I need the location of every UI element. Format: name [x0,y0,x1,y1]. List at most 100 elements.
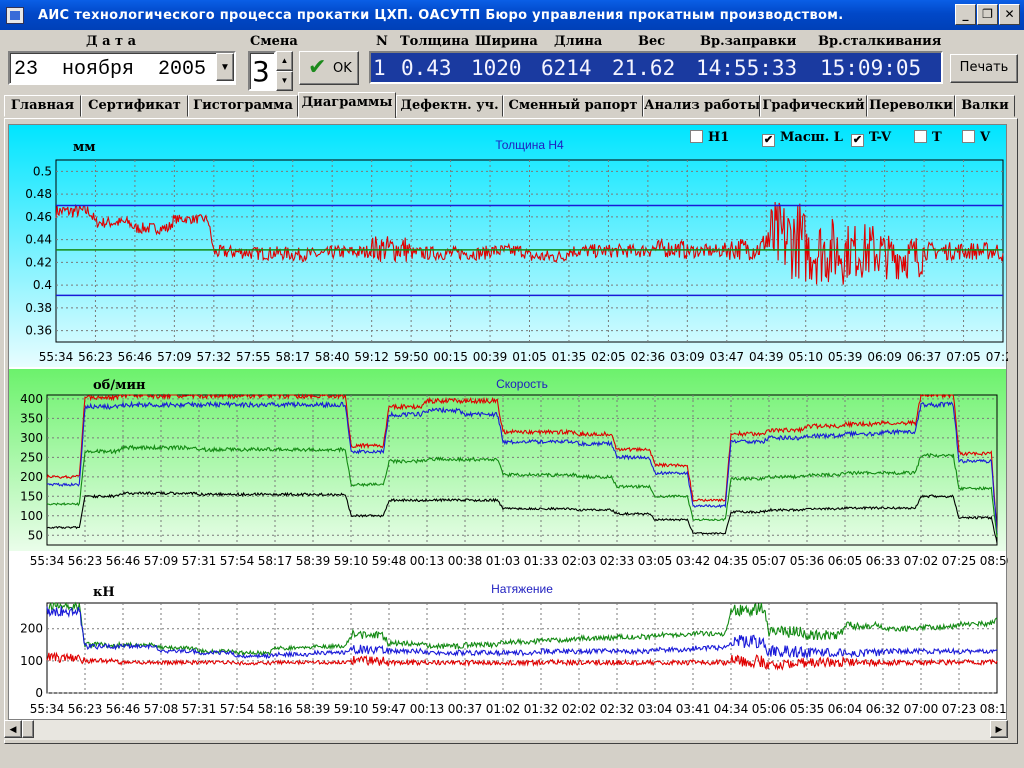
main-window: АИС технологического процесса прокатки Ц… [0,0,1024,768]
chart-2-x-tick-label: 05:06 [752,702,787,716]
tab-main[interactable]: Главная [4,95,81,117]
app-icon[interactable] [6,7,24,24]
close-button[interactable]: ✕ [999,4,1020,25]
chart-0-x-tick-label: 00:15 [433,350,468,364]
tab-diagrams[interactable]: Диаграммы [298,92,396,118]
chart-1-y-tick-label: 350 [20,411,43,425]
chart-0-x-tick-label: 05:10 [788,350,823,364]
readout-length: 6214 [541,56,592,80]
checkbox-t-v[interactable]: ✔ T-V [851,130,891,147]
chart-2-x-tick-label: 04:34 [714,702,749,716]
chart-0-x-tick-label: 07:05 [946,350,981,364]
chart-1-x-tick-label: 56:23 [68,554,103,568]
spin-down-icon[interactable]: ▼ [276,71,293,91]
tab-certificate[interactable]: Сертификат [81,95,188,117]
readout-weight: 21.62 [612,56,676,80]
readout-threading-time: 14:55:33 [696,56,798,80]
charts-area: 0.5 0.48 0.46 0.44 0.42 0.4 0.38 0.36 55:34 56:23… [8,124,1008,720]
checkbox-t[interactable]: T [914,130,942,145]
chart-1-x-tick-label: 02:03 [562,554,597,568]
checkbox-h1[interactable]: H1 [690,130,729,145]
ok-button[interactable]: ✔ OK [299,51,359,85]
tab-work-analysis[interactable]: Анализ работы [643,95,760,117]
chart-0-x-tick-label: 04:39 [749,350,784,364]
checkbox-v-label: V [980,130,991,145]
title-bar[interactable]: АИС технологического процесса прокатки Ц… [0,0,1024,30]
chart-1-x-tick-label: 59:10 [334,554,369,568]
chart-1-x-tick-label: 03:05 [638,554,673,568]
tab-shift-report[interactable]: Сменный рапорт [503,95,643,117]
chart-0-unit-label: мм [73,140,96,155]
chart-0-x-tick-label: 58:40 [315,350,350,364]
chart-0-x-tick-label: 59:50 [394,350,429,364]
checkbox-t-box[interactable] [914,130,927,143]
chart-1-x-tick-label: 57:31 [182,554,217,568]
chart-1-x-tick-label: 07:02 [904,554,939,568]
tab-rolls[interactable]: Валки [955,95,1015,117]
window-title: АИС технологического процесса прокатки Ц… [38,8,844,23]
scroll-left-icon[interactable]: ◀ [4,720,22,738]
chart-0-x-tick-label: 02:05 [591,350,626,364]
chart-1-x-tick-label: 57:09 [144,554,179,568]
chart-0-x-tick-label: 57:55 [236,350,271,364]
chart-0-y-tick-label: 0.48 [25,187,52,201]
header-threading-time: Вр.заправки [700,34,797,49]
chart-2-x-tick-label: 01:02 [486,702,521,716]
header-weight: Вес [638,34,666,49]
chart-1-x-tick-label: 00:13 [410,554,445,568]
checkbox-h1-label: H1 [708,130,730,145]
horizontal-scrollbar[interactable]: ◀ ▶ [4,720,1008,740]
chart-1-unit-label: об/мин [93,378,146,393]
chart-0-x-tick-label: 57:32 [197,350,232,364]
date-year: 2005 [158,58,207,81]
checkbox-t-label: T [932,130,942,145]
chart-2-y-tick-label: 200 [20,622,43,636]
checkbox-h1-box[interactable] [690,130,703,143]
checkbox-v-box[interactable] [962,130,975,143]
chart-1-x-tick-label: 05:07 [752,554,787,568]
tab-defect-section[interactable]: Дефектн. уч. [396,95,503,117]
chart-2-x-tick-label: 01:32 [524,702,559,716]
chart-0-x-tick-label: 06:09 [867,350,902,364]
shift-input[interactable]: 3 [248,51,276,91]
spin-up-icon[interactable]: ▲ [276,51,293,71]
checkbox-t-v-box[interactable]: ✔ [851,134,864,147]
chart-1-x-tick-label: 04:35 [714,554,749,568]
date-picker[interactable]: 23 ноября 2005 ▼ [8,51,236,85]
chart-2-x-tick-label: 02:32 [600,702,635,716]
readout-width: 1020 [471,56,522,80]
chart-1-x-tick-label: 55:34 [30,554,65,568]
chart-1-x-tick-label: 02:33 [600,554,635,568]
chart-2-unit-label: кН [93,585,115,600]
chart-2-x-tick-label: 58:39 [296,702,331,716]
tab-graphic[interactable]: Графический [760,95,867,117]
chart-1-x-tick-label: 06:05 [828,554,863,568]
readout-push-time: 15:09:05 [820,56,922,80]
checkbox-scale-l-box[interactable]: ✔ [762,134,775,147]
chart-0-x-tick-label: 55:34 [39,350,74,364]
scroll-right-icon[interactable]: ▶ [990,720,1008,738]
chart-2-x-tick-label: 57:54 [220,702,255,716]
chevron-down-icon[interactable]: ▼ [216,53,234,81]
print-button[interactable]: Печать [950,54,1018,83]
chart-2-x-tick-label: 00:13 [410,702,445,716]
checkbox-t-v-label: T-V [869,130,892,145]
checkbox-v[interactable]: V [962,130,990,145]
chart-2-x-tick-label: 02:02 [562,702,597,716]
restore-button[interactable]: ❐ [977,4,998,25]
chart-1-y-tick-label: 300 [20,431,43,445]
tab-rerolls[interactable]: Переволки [867,95,955,117]
chart-2-y-tick-label: 100 [20,654,43,668]
charts-svg: 0.50.480.460.440.420.40.380.3655:34 56:23… [9,125,1008,717]
chart-1-background [9,369,1006,551]
checkbox-scale-l[interactable]: ✔ Масш. L [762,130,843,147]
chart-1-x-tick-label: 03:42 [676,554,711,568]
tab-bar: Главная Сертификат Гистограмма Диаграммы… [0,92,1024,118]
readout-thickness: 0.43 [401,56,452,80]
chart-0-x-tick-label: 06:37 [907,350,942,364]
scroll-thumb[interactable] [22,720,34,738]
chart-1-x-tick-label: 05:36 [790,554,825,568]
chart-2-x-tick-label: 08:11 [980,702,1008,716]
tab-histogram[interactable]: Гистограмма [188,95,298,117]
minimize-button[interactable]: _ [955,4,976,25]
